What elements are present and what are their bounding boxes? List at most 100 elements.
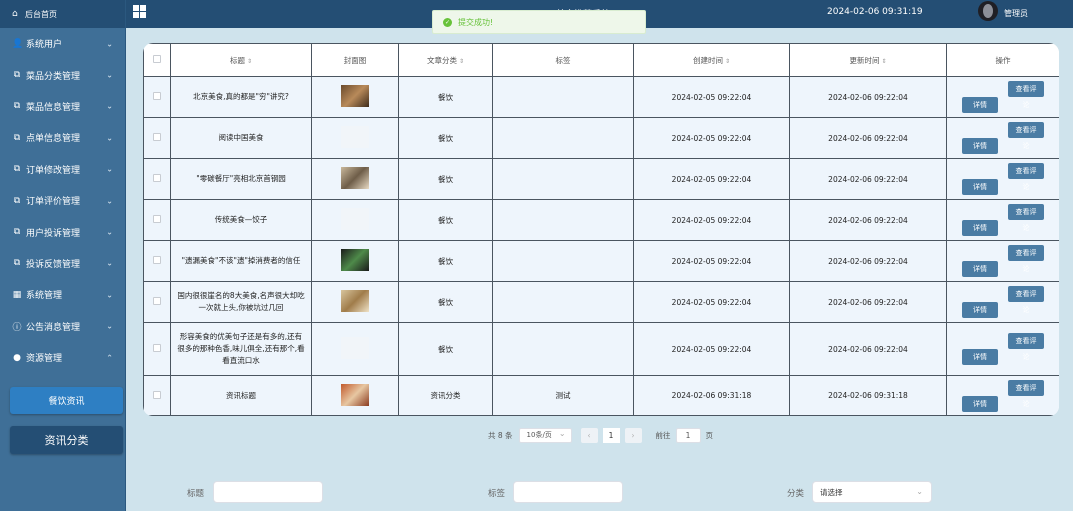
detail-button[interactable]: 详情	[962, 395, 998, 412]
search-tag-input[interactable]	[513, 481, 623, 503]
admin-name[interactable]: 管理员	[1004, 8, 1028, 19]
sidebar-item-10[interactable]: ● 资源管理 ⌃	[0, 342, 125, 373]
sort-icon[interactable]: ⇕	[881, 58, 886, 65]
sidebar-item-label: 系统用户	[26, 40, 63, 51]
row-select[interactable]	[143, 375, 171, 416]
detail-button[interactable]: 详情	[962, 261, 998, 277]
sidebar-item-6[interactable]: ⧉ 用户投诉管理 ⌄	[0, 216, 125, 247]
header-title[interactable]: 标题 ⇕	[170, 43, 312, 77]
cell-tag: 测试	[492, 375, 634, 416]
cell-actions: 详情查看评论	[946, 240, 1059, 282]
search-category-label: 分类	[787, 489, 805, 499]
view-comments-button[interactable]: 查看评论	[1008, 204, 1044, 232]
table-row: 国内很很崖名的8大美食,名声很大却吃一次就上头,你被坑过几回 餐饮 2024-02-…	[143, 281, 1059, 323]
cell-title: 资讯标题	[170, 375, 312, 416]
detail-button[interactable]: 详情	[962, 220, 998, 236]
sidebar-item-1[interactable]: ⧉ 菜品分类管理 ⌄	[0, 59, 125, 90]
sidebar-item-5[interactable]: ⧉ 订单评价管理 ⌄	[0, 185, 125, 216]
row-select[interactable]	[143, 240, 171, 282]
sidebar-item-4[interactable]: ⧉ 订单修改管理 ⌄	[0, 154, 125, 185]
cell-tag	[492, 199, 634, 241]
sidebar-item-9[interactable]: ⓘ 公告消息管理 ⌄	[0, 311, 125, 342]
cell-created: 2024-02-05 09:22:04	[633, 199, 790, 241]
search-category-select[interactable]: 请选择 ⌄	[812, 481, 932, 503]
cell-updated: 2024-02-06 09:31:18	[789, 375, 947, 416]
sidebar-item-news-category[interactable]: 资讯分类	[10, 426, 123, 454]
row-checkbox[interactable]	[153, 215, 161, 223]
data-table: 标题 ⇕ 封面图 文章分类 ⇕ 标签 创建时间 ⇕ 更新时间 ⇕ 操作 北京美食,真的都…	[143, 43, 1059, 416]
cell-category: 餐饮	[398, 240, 493, 282]
detail-button[interactable]: 详情	[962, 349, 998, 365]
select-all-checkbox[interactable]	[153, 55, 161, 63]
next-page-icon[interactable]: ›	[624, 427, 642, 443]
category-placeholder: 请选择	[820, 487, 843, 497]
chevron-down-icon: ⌄	[106, 101, 113, 111]
goto-page-input[interactable]: 1	[675, 427, 701, 443]
sidebar-item-label: 订单评价管理	[26, 197, 81, 208]
chevron-down-icon: ⌄	[106, 39, 113, 49]
sidebar-item-7[interactable]: ⧉ 投诉反馈管理 ⌄	[0, 248, 125, 279]
sort-icon[interactable]: ⇕	[247, 58, 252, 65]
view-comments-button[interactable]: 查看评论	[1008, 245, 1044, 273]
search-title-input[interactable]	[213, 481, 323, 503]
user-icon: 👤	[12, 38, 24, 49]
external-link-icon: ⧉	[13, 195, 21, 206]
avatar[interactable]	[978, 1, 998, 21]
row-select[interactable]	[143, 322, 171, 376]
row-select[interactable]	[143, 117, 171, 159]
view-comments-button[interactable]: 查看评论	[1008, 122, 1044, 150]
cell-created: 2024-02-05 09:22:04	[633, 117, 790, 159]
goto-label: 前往	[655, 430, 671, 440]
prev-page-icon[interactable]: ‹	[580, 427, 598, 443]
cell-actions: 详情查看评论	[946, 322, 1059, 376]
detail-button[interactable]: 详情	[962, 302, 998, 318]
header-category[interactable]: 文章分类 ⇕	[398, 43, 493, 77]
current-page[interactable]: 1	[602, 427, 620, 443]
sort-icon[interactable]: ⇕	[459, 58, 464, 65]
table-header-row: 标题 ⇕ 封面图 文章分类 ⇕ 标签 创建时间 ⇕ 更新时间 ⇕ 操作	[143, 43, 1059, 77]
detail-button[interactable]: 详情	[962, 97, 998, 113]
sort-icon[interactable]: ⇕	[725, 58, 730, 65]
detail-button[interactable]: 详情	[962, 179, 998, 195]
view-comments-button[interactable]: 查看评论	[1008, 286, 1044, 314]
view-comments-button[interactable]: 查看评论	[1008, 379, 1044, 408]
cover-image	[341, 337, 369, 359]
row-checkbox[interactable]	[153, 297, 161, 305]
row-checkbox[interactable]	[153, 174, 161, 182]
row-checkbox[interactable]	[153, 92, 161, 100]
row-select[interactable]	[143, 199, 171, 241]
view-comments-button[interactable]: 查看评论	[1008, 333, 1044, 361]
header-updated[interactable]: 更新时间 ⇕	[789, 43, 947, 77]
row-select[interactable]	[143, 281, 171, 323]
row-select[interactable]	[143, 158, 171, 200]
view-comments-button[interactable]: 查看评论	[1008, 81, 1044, 109]
cell-actions: 详情查看评论	[946, 117, 1059, 159]
sidebar-item-8[interactable]: ▦ 系统管理 ⌄	[0, 279, 125, 310]
sidebar-item-label: 菜品信息管理	[26, 102, 81, 113]
external-link-icon: ⧉	[13, 132, 21, 143]
table-row: 阅读中国美食 餐饮 2024-02-05 09:22:04 2024-02-06 09…	[143, 117, 1059, 159]
sidebar-home-label: 后台首页	[25, 9, 57, 19]
page-size-select[interactable]: 10条/页	[518, 427, 572, 443]
sidebar-item-0[interactable]: 👤 系统用户 ⌄	[0, 28, 125, 59]
sidebar-item-2[interactable]: ⧉ 菜品信息管理 ⌄	[0, 91, 125, 122]
cell-actions: 详情查看评论	[946, 375, 1059, 416]
header-created[interactable]: 创建时间 ⇕	[633, 43, 790, 77]
sidebar-home[interactable]: ⌂ 后台首页	[0, 0, 125, 28]
cell-category: 餐饮	[398, 281, 493, 323]
cell-cover	[311, 240, 399, 282]
sidebar: ⌂ 后台首页 👤 系统用户 ⌄ ⧉ 菜品分类管理 ⌄ ⧉ 菜品信息管理 ⌄ ⧉ 点单信息管理 ⌄ ⧉ 订单…	[0, 0, 126, 511]
row-checkbox[interactable]	[153, 344, 161, 352]
cell-tag	[492, 322, 634, 376]
sidebar-item-food-news[interactable]: 餐饮资讯	[10, 387, 123, 414]
cell-updated: 2024-02-06 09:22:04	[789, 76, 947, 118]
detail-button[interactable]: 详情	[962, 138, 998, 154]
row-checkbox[interactable]	[153, 133, 161, 141]
row-checkbox[interactable]	[153, 390, 161, 399]
sidebar-item-3[interactable]: ⧉ 点单信息管理 ⌄	[0, 122, 125, 153]
menu-grid-icon[interactable]	[133, 5, 146, 18]
row-select[interactable]	[143, 76, 171, 118]
view-comments-button[interactable]: 查看评论	[1008, 163, 1044, 191]
row-checkbox[interactable]	[153, 256, 161, 264]
header-select-all[interactable]	[143, 43, 171, 77]
